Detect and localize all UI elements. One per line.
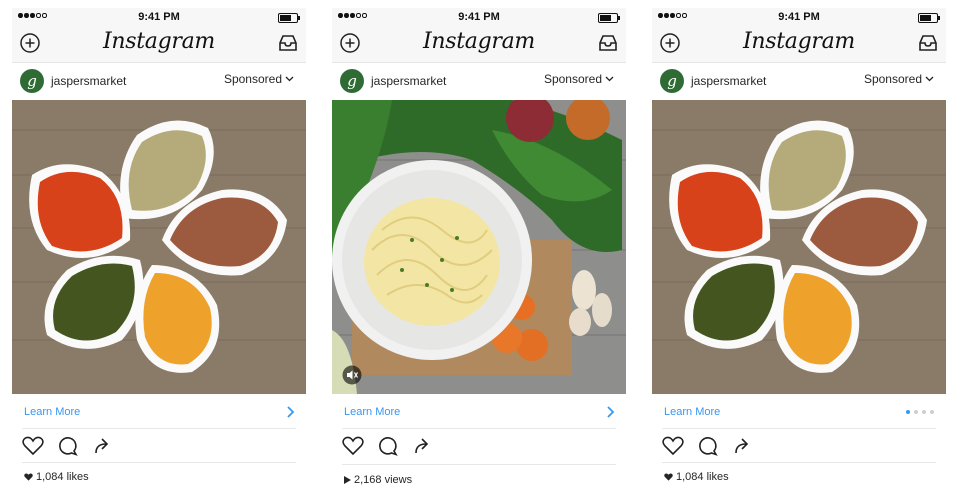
mute-icon[interactable] <box>342 365 362 385</box>
likes-text: 1,084 likes <box>36 471 89 483</box>
like-heart-icon[interactable] <box>22 436 44 456</box>
divider <box>22 428 296 429</box>
status-time: 9:41 PM <box>458 11 500 23</box>
avatar[interactable]: g <box>340 69 364 93</box>
heart-icon <box>24 473 33 481</box>
nav-bar: Instagram <box>332 26 626 63</box>
share-icon[interactable] <box>412 436 434 456</box>
post-header: g jaspersmarket Sponsored <box>652 63 946 99</box>
sponsored-menu[interactable]: Sponsored <box>864 72 934 86</box>
comment-icon[interactable] <box>57 436 79 456</box>
carousel-dot <box>914 410 918 414</box>
app-logo: Instagram <box>423 29 535 54</box>
action-bar <box>652 432 946 458</box>
status-bar: 9:41 PM <box>12 8 306 26</box>
battery-icon <box>278 13 300 23</box>
likes-count[interactable]: 1,084 likes <box>664 471 729 483</box>
share-icon[interactable] <box>92 436 114 456</box>
carousel-dot <box>930 410 934 414</box>
username[interactable]: jaspersmarket <box>691 74 766 88</box>
learn-more-bar[interactable]: Learn More <box>332 402 626 428</box>
avatar[interactable]: g <box>20 69 44 93</box>
post-header: g jaspersmarket Sponsored <box>12 63 306 99</box>
inbox-icon[interactable] <box>918 33 938 53</box>
like-heart-icon[interactable] <box>662 436 684 456</box>
comment-icon[interactable] <box>377 436 399 456</box>
inbox-icon[interactable] <box>278 33 298 53</box>
avatar[interactable]: g <box>660 69 684 93</box>
battery-icon <box>918 13 940 23</box>
battery-icon <box>598 13 620 23</box>
learn-more-link[interactable]: Learn More <box>344 406 400 418</box>
divider <box>342 428 616 429</box>
sponsored-label: Sponsored <box>543 72 602 86</box>
status-time: 9:41 PM <box>778 11 820 23</box>
nav-bar: Instagram <box>652 26 946 63</box>
username[interactable]: jaspersmarket <box>51 74 126 88</box>
learn-more-link[interactable]: Learn More <box>24 406 80 418</box>
divider <box>342 464 616 465</box>
ad-mockup-single-image: 9:41 PM Instagram g jaspersmarket Sponso… <box>12 8 306 489</box>
divider <box>662 462 936 463</box>
like-heart-icon[interactable] <box>342 436 364 456</box>
chevron-down-icon <box>605 76 614 82</box>
heart-icon <box>664 473 673 481</box>
views-text: 2,168 views <box>354 474 413 486</box>
views-count[interactable]: 2,168 views <box>344 474 412 486</box>
post-header: g jaspersmarket Sponsored <box>332 63 626 99</box>
action-bar <box>12 432 306 458</box>
post-carousel-spices[interactable] <box>652 100 946 394</box>
status-bar: 9:41 PM <box>332 8 626 26</box>
app-logo: Instagram <box>743 29 855 54</box>
comment-icon[interactable] <box>697 436 719 456</box>
app-logo: Instagram <box>103 29 215 54</box>
sponsored-label: Sponsored <box>863 72 922 86</box>
carousel-dot <box>922 410 926 414</box>
post-video-pasta[interactable] <box>332 100 626 394</box>
likes-count[interactable]: 1,084 likes <box>24 471 89 483</box>
inbox-icon[interactable] <box>598 33 618 53</box>
sponsored-menu[interactable]: Sponsored <box>224 72 294 86</box>
username[interactable]: jaspersmarket <box>371 74 446 88</box>
play-icon <box>344 476 351 484</box>
sponsored-label: Sponsored <box>223 72 282 86</box>
chevron-right-icon[interactable] <box>606 406 616 418</box>
nav-bar: Instagram <box>12 26 306 63</box>
learn-more-bar[interactable]: Learn More <box>12 402 306 428</box>
chevron-down-icon <box>285 76 294 82</box>
share-icon[interactable] <box>732 436 754 456</box>
carousel-indicator <box>906 410 934 414</box>
carousel-dot <box>906 410 910 414</box>
action-bar <box>332 432 626 458</box>
post-image-spices[interactable] <box>12 100 306 394</box>
status-bar: 9:41 PM <box>652 8 946 26</box>
ad-mockup-video: 9:41 PM Instagram g jaspersmarket Sponso… <box>332 8 626 489</box>
likes-text: 1,084 likes <box>676 471 729 483</box>
divider <box>22 462 296 463</box>
sponsored-menu[interactable]: Sponsored <box>544 72 614 86</box>
status-time: 9:41 PM <box>138 11 180 23</box>
divider <box>662 428 936 429</box>
chevron-right-icon[interactable] <box>286 406 296 418</box>
learn-more-bar[interactable]: Learn More <box>652 402 946 428</box>
chevron-down-icon <box>925 76 934 82</box>
ad-mockup-carousel: 9:41 PM Instagram g jaspersmarket Sponso… <box>652 8 946 489</box>
learn-more-link[interactable]: Learn More <box>664 406 720 418</box>
